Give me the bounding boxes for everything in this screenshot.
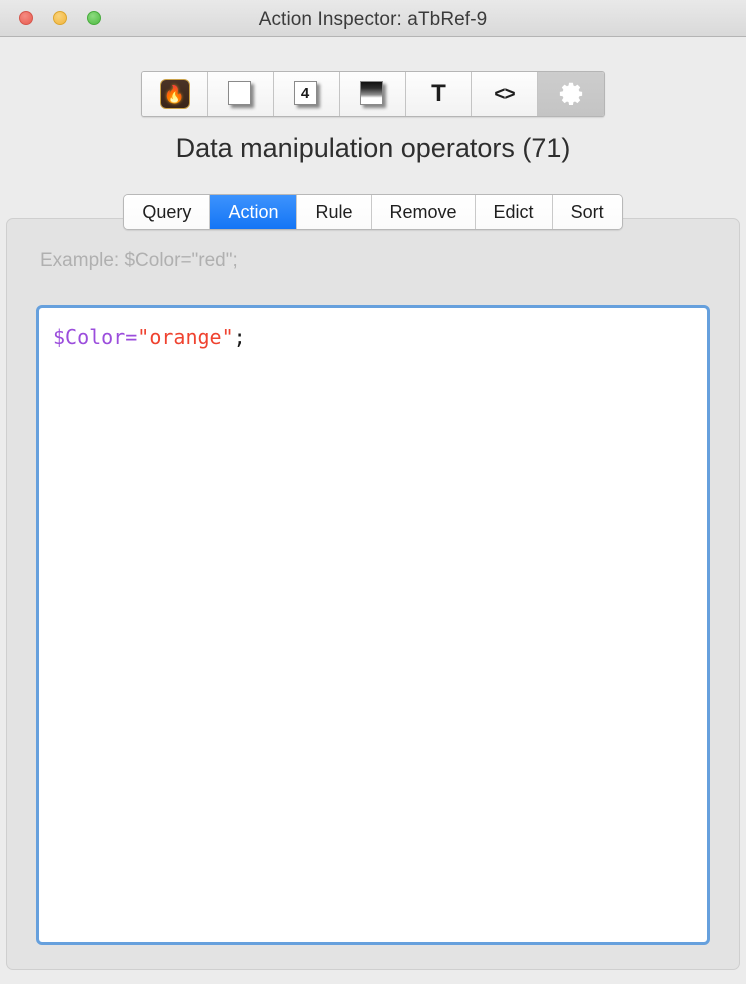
tab-bar: Query Action Rule Remove Edict Sort	[0, 194, 746, 230]
tab-query[interactable]: Query	[124, 195, 211, 229]
toolbar-button-app-flame[interactable]: 🔥	[142, 72, 208, 116]
tab-rule[interactable]: Rule	[297, 195, 372, 229]
text-icon: T	[431, 80, 446, 107]
inspector-toolbar: 🔥 4 T <>	[0, 71, 746, 117]
note-card-icon	[227, 81, 254, 107]
code-token-punctuation: ;	[233, 325, 246, 349]
code-token-string: "orange"	[137, 325, 234, 349]
action-code-editor[interactable]: $Color="orange";	[36, 305, 710, 945]
example-hint: Example: $Color="red";	[40, 250, 238, 271]
tab-group: Query Action Rule Remove Edict Sort	[123, 194, 623, 230]
note-count-icon: 4	[293, 81, 320, 107]
note-gradient-face	[359, 81, 383, 105]
toolbar-button-note-card[interactable]	[208, 72, 274, 116]
code-token-variable: $Color=	[53, 325, 138, 349]
window-title: Action Inspector: aTbRef-9	[258, 9, 488, 30]
segmented-control: 🔥 4 T <>	[141, 71, 605, 117]
app-flame-icon: 🔥	[159, 79, 190, 109]
page-title: Data manipulation operators (71)	[175, 133, 571, 163]
toolbar-button-code[interactable]: <>	[472, 72, 538, 116]
toolbar-button-note-count[interactable]: 4	[274, 72, 340, 116]
note-count-label: 4	[293, 81, 317, 105]
note-card-face	[227, 81, 251, 105]
toolbar-button-gear[interactable]	[538, 72, 604, 116]
toolbar-button-text[interactable]: T	[406, 72, 472, 116]
application-window: Action Inspector: aTbRef-9 🔥 4 T <> Data…	[0, 0, 746, 984]
tab-sort[interactable]: Sort	[552, 195, 622, 229]
flame-glyph: 🔥	[163, 84, 186, 104]
tab-edict[interactable]: Edict	[475, 195, 553, 229]
note-gradient-icon	[359, 81, 386, 107]
title-bar: Action Inspector: aTbRef-9	[0, 0, 746, 37]
code-content[interactable]: $Color="orange";	[39, 308, 707, 367]
gear-icon	[558, 81, 584, 107]
tab-remove[interactable]: Remove	[371, 195, 476, 229]
toolbar-button-note-gradient[interactable]	[340, 72, 406, 116]
tab-action[interactable]: Action	[210, 195, 298, 229]
code-icon: <>	[494, 83, 515, 105]
